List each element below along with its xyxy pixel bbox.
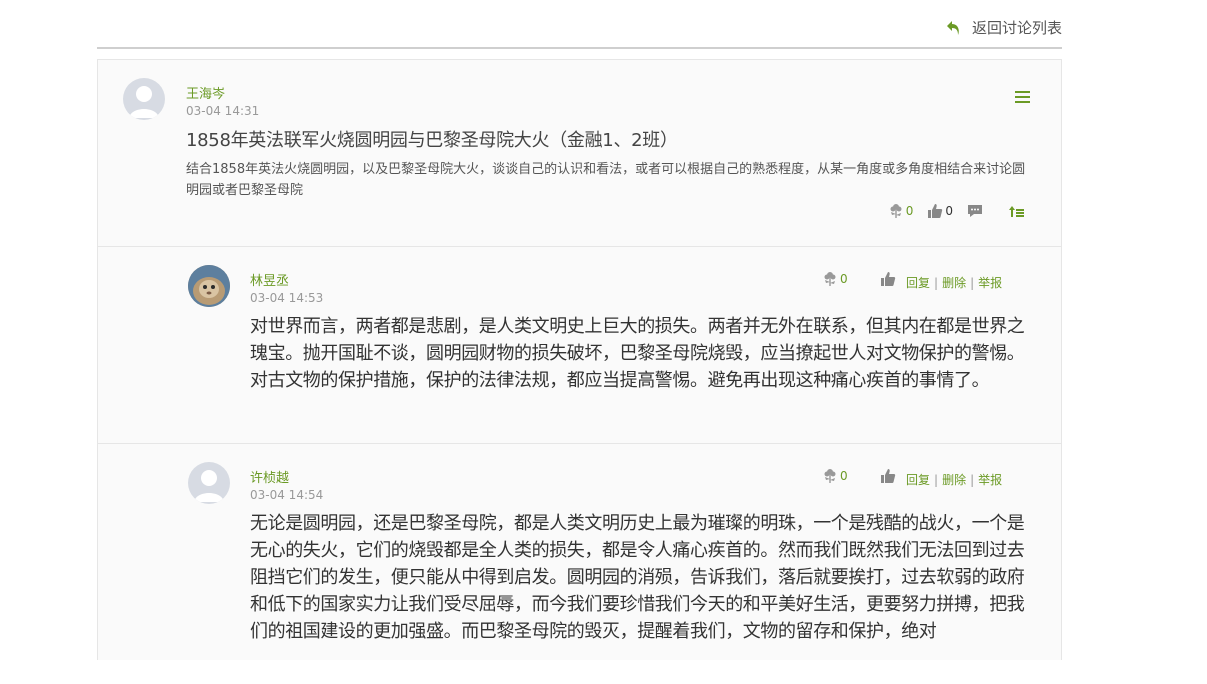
menu-icon[interactable] xyxy=(1015,91,1030,103)
like-button[interactable] xyxy=(880,468,896,484)
delete-link[interactable]: 删除 xyxy=(942,473,966,487)
divider: | xyxy=(970,473,975,487)
report-link[interactable]: 举报 xyxy=(978,473,1002,487)
thumbs-up-icon xyxy=(880,469,895,483)
flower-button[interactable]: 0 xyxy=(822,468,848,484)
sort-icon xyxy=(1009,206,1024,217)
divider: | xyxy=(934,276,939,290)
top-bar: 返回讨论列表 xyxy=(97,0,1062,49)
flower-count: 0 xyxy=(840,469,848,483)
reply-links: 回复 | 删除 | 举报 xyxy=(906,471,1002,488)
flower-button[interactable]: 0 xyxy=(888,203,914,219)
default-avatar-icon xyxy=(129,86,159,118)
divider: | xyxy=(970,276,975,290)
discussion-panel: 王海岑 03-04 14:31 1858年英法联军火烧圆明园与巴黎圣母院大火（金… xyxy=(97,59,1062,660)
default-avatar-icon xyxy=(194,470,224,502)
comment-button[interactable] xyxy=(967,203,983,219)
delete-link[interactable]: 删除 xyxy=(942,276,966,290)
post-author[interactable]: 王海岑 xyxy=(186,83,225,102)
like-count: 0 xyxy=(945,204,953,218)
flower-count: 0 xyxy=(840,272,848,286)
reply-item: 许桢越 03-04 14:54 0 回复 | 删除 | 举报 无论是圆明园，还是巴黎圣母… xyxy=(98,444,1061,684)
reply-actions: 0 xyxy=(808,468,896,484)
post-actions: 0 0 xyxy=(874,203,1025,219)
reply-author[interactable]: 许桢越 xyxy=(250,467,289,486)
reply-time: 03-04 14:53 xyxy=(250,291,324,305)
user-photo-avatar xyxy=(188,265,230,307)
post-title: 1858年英法联军火烧圆明园与巴黎圣母院大火（金融1、2班） xyxy=(186,130,678,151)
like-button[interactable]: 0 xyxy=(927,203,953,219)
flower-count: 0 xyxy=(905,204,914,218)
like-button[interactable] xyxy=(880,271,896,287)
back-to-discussion-list-link[interactable]: 返回讨论列表 xyxy=(946,17,1062,38)
reply-link[interactable]: 回复 xyxy=(906,276,930,290)
flower-button[interactable]: 0 xyxy=(822,271,848,287)
flower-icon xyxy=(890,204,902,218)
report-link[interactable]: 举报 xyxy=(978,276,1002,290)
reply-actions: 0 xyxy=(808,271,896,287)
back-link-label: 返回讨论列表 xyxy=(971,19,1062,37)
flower-icon xyxy=(824,469,836,483)
reply-link[interactable]: 回复 xyxy=(906,473,930,487)
avatar xyxy=(123,78,165,120)
thumbs-up-icon xyxy=(928,204,943,218)
avatar xyxy=(188,265,230,307)
post-time: 03-04 14:31 xyxy=(186,104,260,118)
reply-links: 回复 | 删除 | 举报 xyxy=(906,274,1002,291)
reply-item: 林昱丞 03-04 14:53 0 回复 | 删除 | 举报 对世界而言，两者都是悲剧，… xyxy=(98,247,1061,444)
divider: | xyxy=(934,473,939,487)
post-description: 结合1858年英法火烧圆明园，以及巴黎圣母院大火，谈谈自己的认识和看法，或者可以… xyxy=(186,162,1026,198)
thumbs-up-icon xyxy=(880,272,895,286)
topic-post: 王海岑 03-04 14:31 1858年英法联军火烧圆明园与巴黎圣母院大火（金… xyxy=(98,60,1061,247)
flower-icon xyxy=(824,272,836,286)
avatar xyxy=(188,462,230,504)
comment-icon xyxy=(968,205,982,217)
reply-author[interactable]: 林昱丞 xyxy=(250,270,289,289)
sort-button[interactable] xyxy=(1009,203,1025,219)
reply-content: 无论是圆明园，还是巴黎圣母院，都是人类文明历史上最为璀璨的明珠，一个是残酷的战火… xyxy=(250,513,1025,642)
reply-time: 03-04 14:54 xyxy=(250,488,324,502)
return-arrow-icon xyxy=(946,20,959,35)
reply-content: 对世界而言，两者都是悲剧，是人类文明史上巨大的损失。两者并无外在联系，但其内在都… xyxy=(250,316,1025,391)
